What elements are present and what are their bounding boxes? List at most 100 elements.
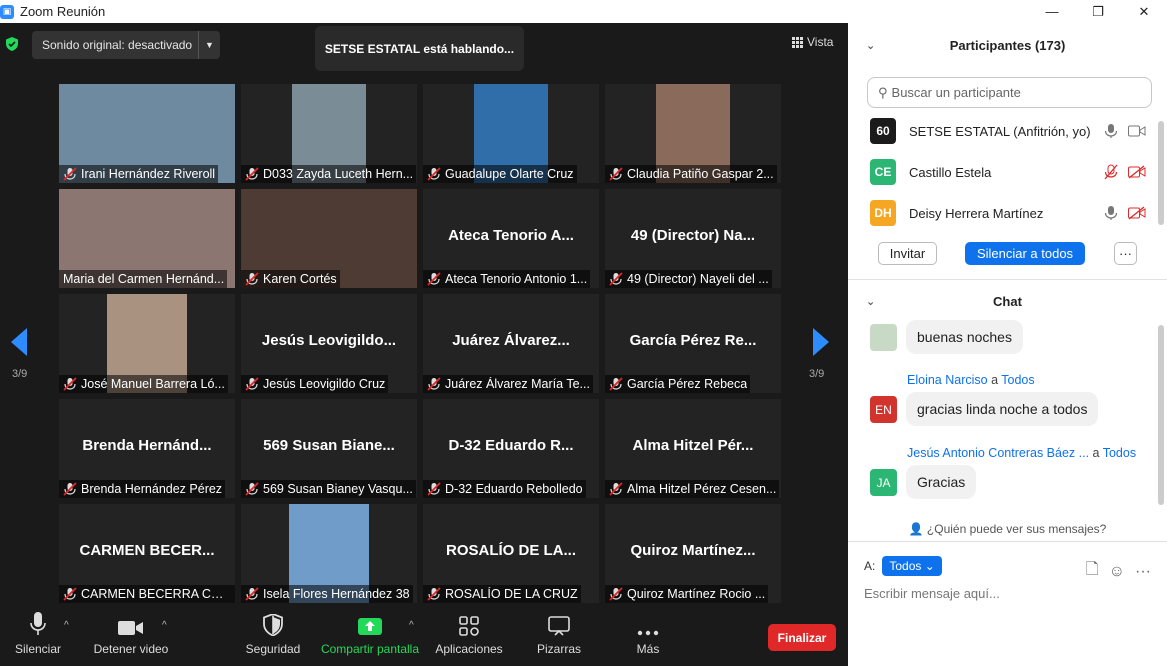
muted-microphone-icon — [245, 272, 259, 286]
microphone-icon[interactable] — [1104, 205, 1118, 221]
more-button[interactable]: Más — [628, 606, 668, 666]
recipient-dropdown[interactable]: Todos ⌄ — [882, 556, 942, 576]
maximize-button[interactable]: ❐ — [1075, 0, 1121, 23]
muted-microphone-icon[interactable] — [1104, 164, 1118, 180]
video-tile[interactable]: Karen Cortés — [241, 189, 417, 288]
apps-button[interactable]: Aplicaciones — [433, 606, 505, 666]
video-tile[interactable]: Alma Hitzel Pér... Alma Hitzel Pérez Cese… — [605, 399, 781, 498]
muted-microphone-icon — [609, 377, 623, 391]
video-tile[interactable]: Ateca Tenorio A... Ateca Tenorio Antonio … — [423, 189, 599, 288]
previous-page-arrow-icon[interactable] — [11, 328, 27, 356]
video-tile[interactable]: ROSALÍO DE LA... ROSALÍO DE LA CRUZ — [423, 504, 599, 603]
to-word: a — [991, 373, 999, 387]
video-tile[interactable]: Irani Hernández Riveroll — [59, 84, 235, 183]
chevron-down-icon[interactable]: ⌄ — [866, 39, 875, 52]
participant-name: Guadalupe Olarte Cruz — [445, 167, 574, 181]
emoji-icon[interactable]: ☺ — [1109, 563, 1125, 581]
search-icon: ⚲ — [878, 84, 888, 100]
muted-microphone-icon — [63, 167, 77, 181]
participant-name-caption: ROSALÍO DE LA CRUZ — [423, 585, 581, 603]
minimize-button[interactable]: — — [1029, 0, 1075, 23]
participant-display-name: D-32 Eduardo R... — [448, 437, 574, 454]
video-tile[interactable]: Maria del Carmen Hernánd... — [59, 189, 235, 288]
stop-video-button[interactable]: Detener video — [92, 606, 170, 666]
microphone-icon[interactable] — [1104, 123, 1118, 139]
avatar: DH — [870, 200, 896, 226]
video-tile[interactable]: Claudia Patiño Gaspar 2... — [605, 84, 781, 183]
video-tile[interactable]: Quiroz Martínez... Quiroz Martínez Rocio … — [605, 504, 781, 603]
chat-scrollbar[interactable] — [1158, 325, 1164, 505]
chat-title: Chat — [993, 293, 1022, 309]
video-tile[interactable]: D033 Zayda Luceth Hern... — [241, 84, 417, 183]
participant-search-input[interactable]: ⚲ Buscar un participante — [867, 77, 1152, 108]
chat-sender[interactable]: Eloina Narciso a Todos — [907, 373, 1035, 387]
security-button[interactable]: Seguridad — [243, 606, 303, 666]
participant-row[interactable]: CE Castillo Estela — [870, 157, 1160, 187]
share-options-caret[interactable]: ^ — [409, 606, 421, 666]
who-can-see-label: ¿Quién puede ver sus mensajes? — [926, 522, 1107, 536]
end-meeting-button[interactable]: Finalizar — [768, 624, 836, 651]
video-tile[interactable]: Guadalupe Olarte Cruz — [423, 84, 599, 183]
chevron-up-icon[interactable]: ^ — [409, 620, 414, 631]
participant-name: Brenda Hernández Pérez — [81, 482, 223, 496]
video-options-caret[interactable]: ^ — [162, 606, 174, 666]
chevron-up-icon[interactable]: ^ — [64, 620, 69, 631]
video-tile[interactable]: Jesús Leovigildo... Jesús Leovigildo Cruz — [241, 294, 417, 393]
participant-name: Maria del Carmen Hernánd... — [63, 272, 225, 286]
more-options-button[interactable]: ··· — [1114, 242, 1137, 265]
participant-name: D-32 Eduardo Rebolledo — [445, 482, 583, 496]
video-tile[interactable]: Isela Flores Hernández 38 — [241, 504, 417, 603]
participant-display-name: Alma Hitzel Pér... — [632, 437, 754, 454]
security-shield-icon[interactable] — [5, 37, 19, 51]
audio-options-caret[interactable]: ^ — [64, 606, 76, 666]
video-tile[interactable]: Brenda Hernánd... Brenda Hernández Pérez — [59, 399, 235, 498]
video-tile[interactable]: CARMEN BECER... CARMEN BECERRA CRU... — [59, 504, 235, 603]
video-tile[interactable]: 49 (Director) Na... 49 (Director) Nayeli … — [605, 189, 781, 288]
meeting-toolbar: Silenciar ^ Detener video ^ Seguridad Co… — [0, 606, 848, 666]
stop-video-label: Detener video — [93, 642, 169, 656]
chevron-up-icon[interactable]: ^ — [162, 620, 167, 631]
title-bar: ▣ Zoom Reunión — ❐ ✕ — [0, 0, 1167, 23]
video-tile[interactable]: 569 Susan Biane... 569 Susan Bianey Vasqu… — [241, 399, 417, 498]
chevron-down-icon[interactable]: ⌄ — [866, 295, 875, 308]
chat-message-input[interactable]: Escribir mensaje aquí... — [864, 586, 1000, 601]
whiteboards-button[interactable]: Pizarras — [534, 606, 584, 666]
video-off-icon[interactable] — [1128, 165, 1146, 179]
video-tile[interactable]: García Pérez Re... García Pérez Rebeca — [605, 294, 781, 393]
video-tile[interactable]: José Manuel Barrera Ló... — [59, 294, 235, 393]
participant-display-name: Jesús Leovigildo... — [261, 332, 397, 349]
video-tile[interactable]: Juárez Álvarez... Juárez Álvarez María Te… — [423, 294, 599, 393]
video-camera-icon[interactable] — [1128, 125, 1146, 137]
next-page-arrow-icon[interactable] — [813, 328, 829, 356]
file-icon[interactable]: 🗋 — [1086, 558, 1099, 585]
original-sound-dropdown[interactable]: Sonido original: desactivado ▼ — [32, 31, 220, 59]
participant-name-caption: Irani Hernández Riveroll — [59, 165, 219, 183]
mute-button[interactable]: Silenciar — [12, 606, 64, 666]
participant-row[interactable]: DH Deisy Herrera Martínez — [870, 198, 1160, 228]
share-screen-icon — [358, 618, 382, 635]
participant-name-caption: D033 Zayda Luceth Hern... — [241, 165, 417, 183]
chat-sender[interactable]: Jesús Antonio Contreras Báez ... a Todos — [907, 446, 1136, 460]
participant-name: Juárez Álvarez María Te... — [445, 377, 590, 391]
close-button[interactable]: ✕ — [1121, 0, 1167, 23]
participant-display-name: García Pérez Re... — [629, 332, 757, 349]
chevron-down-icon[interactable]: ▼ — [198, 31, 220, 59]
participant-display-name: 49 (Director) Na... — [630, 227, 756, 244]
view-button[interactable]: Vista — [792, 35, 833, 49]
participant-name-caption: Isela Flores Hernández 38 — [241, 585, 413, 603]
participant-name-caption: Ateca Tenorio Antonio 1... — [423, 270, 591, 288]
participant-name: Quiroz Martínez Rocio ... — [627, 587, 766, 601]
mute-all-button[interactable]: Silenciar a todos — [965, 242, 1085, 265]
more-icon[interactable]: ··· — [1135, 563, 1151, 581]
participant-name-caption: Juárez Álvarez María Te... — [423, 375, 593, 393]
security-label: Seguridad — [245, 642, 301, 656]
participants-scrollbar[interactable] — [1158, 121, 1164, 225]
invite-button[interactable]: Invitar — [878, 242, 937, 265]
participant-name-caption: Brenda Hernández Pérez — [59, 480, 226, 498]
who-can-see-link[interactable]: 👤 ¿Quién puede ver sus mensajes? — [848, 522, 1167, 536]
share-screen-button[interactable]: Compartir pantalla — [318, 606, 422, 666]
participant-row[interactable]: 60 SETSE ESTATAL (Anfitrión, yo) — [870, 116, 1160, 146]
video-tile[interactable]: D-32 Eduardo R... D-32 Eduardo Rebolledo — [423, 399, 599, 498]
muted-microphone-icon — [63, 482, 77, 496]
video-off-icon[interactable] — [1128, 206, 1146, 220]
